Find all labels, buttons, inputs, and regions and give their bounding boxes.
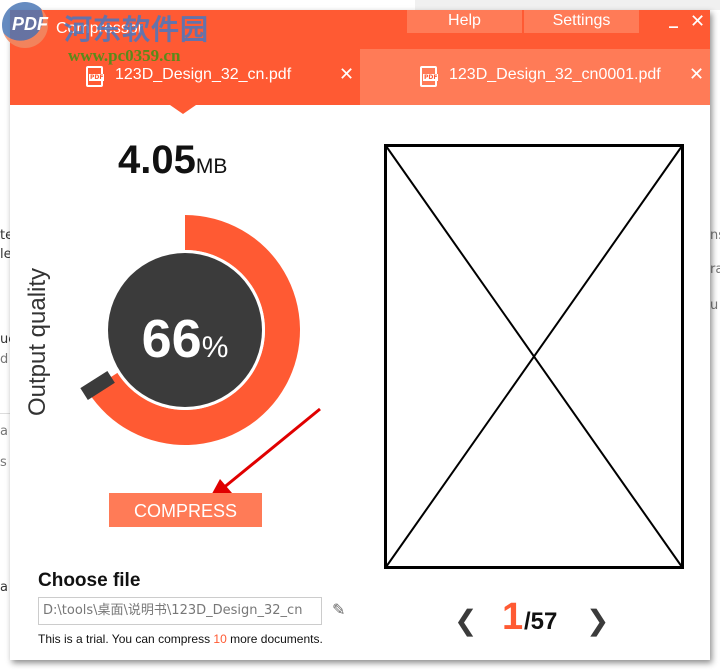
output-size-readout: 4.05MB xyxy=(118,138,227,183)
tab-file-1[interactable]: 123D_Design_32_cn.pdf ✕ xyxy=(10,49,360,105)
minimize-button[interactable]: _ xyxy=(669,8,678,29)
settings-button[interactable]: Settings xyxy=(524,10,639,33)
output-quality-label: Output quality xyxy=(24,267,51,417)
close-window-button[interactable]: ✕ xyxy=(690,11,705,32)
quality-readout: 66% xyxy=(60,308,310,370)
current-page: 1 xyxy=(502,596,524,638)
previous-page-icon[interactable]: ❮ xyxy=(454,604,477,637)
page-preview xyxy=(384,144,684,569)
background-text-fragment: d xyxy=(0,352,9,367)
background-divider xyxy=(0,413,10,414)
trial-remaining-count: 10 xyxy=(213,632,227,646)
compress-button[interactable]: COMPRESS xyxy=(109,493,262,527)
file-path-input[interactable]: D:\tools\桌面\说明书\123D_Design_32_cn xyxy=(38,597,322,625)
background-text-fragment: u xyxy=(710,298,719,313)
pdf-file-icon xyxy=(86,66,105,87)
trial-notice-prefix: This is a trial. You can compress xyxy=(38,632,214,646)
choose-file-title: Choose file xyxy=(38,570,141,591)
total-pages: /57 xyxy=(524,608,558,635)
watermark-site-name: 河东软件园 xyxy=(64,13,210,46)
background-text-fragment: a xyxy=(0,424,8,439)
close-tab-icon[interactable]: ✕ xyxy=(689,64,704,85)
background-text-fragment: a xyxy=(0,580,8,595)
output-size-unit: MB xyxy=(195,155,228,178)
tab-label: 123D_Design_32_cn0001.pdf xyxy=(449,66,661,83)
quality-unit: % xyxy=(201,331,229,364)
background-text-fragment: s xyxy=(0,455,7,470)
pdf-file-icon xyxy=(420,66,439,87)
page-navigator: ❮ 1 /57 ❯ xyxy=(450,596,620,640)
active-tab-pointer xyxy=(170,105,196,114)
tab-label: 123D_Design_32_cn.pdf xyxy=(115,66,292,83)
close-tab-icon[interactable]: ✕ xyxy=(339,64,354,85)
arrow-shaft xyxy=(221,407,321,491)
background-text-fragment: ra xyxy=(710,262,720,277)
help-button[interactable]: Help xyxy=(407,10,522,33)
trial-notice: This is a trial. You can compress 10 mor… xyxy=(38,632,323,646)
next-page-icon[interactable]: ❯ xyxy=(586,604,609,637)
pdf-compressor-window: Compressor Help Settings _ ✕ 123D_Design… xyxy=(10,8,710,660)
tab-file-2[interactable]: 123D_Design_32_cn0001.pdf ✕ xyxy=(360,49,710,105)
app-logo-text: PDF xyxy=(12,14,48,34)
background-text-fragment: ns xyxy=(710,228,720,243)
annotation-arrow xyxy=(208,407,321,501)
quality-value: 66 xyxy=(141,309,202,369)
pencil-icon[interactable]: ✎ xyxy=(332,600,345,619)
watermark-url: www.pc0359.cn xyxy=(68,46,181,65)
output-size-value: 4.05 xyxy=(118,138,196,182)
trial-notice-suffix: more documents. xyxy=(226,632,323,646)
